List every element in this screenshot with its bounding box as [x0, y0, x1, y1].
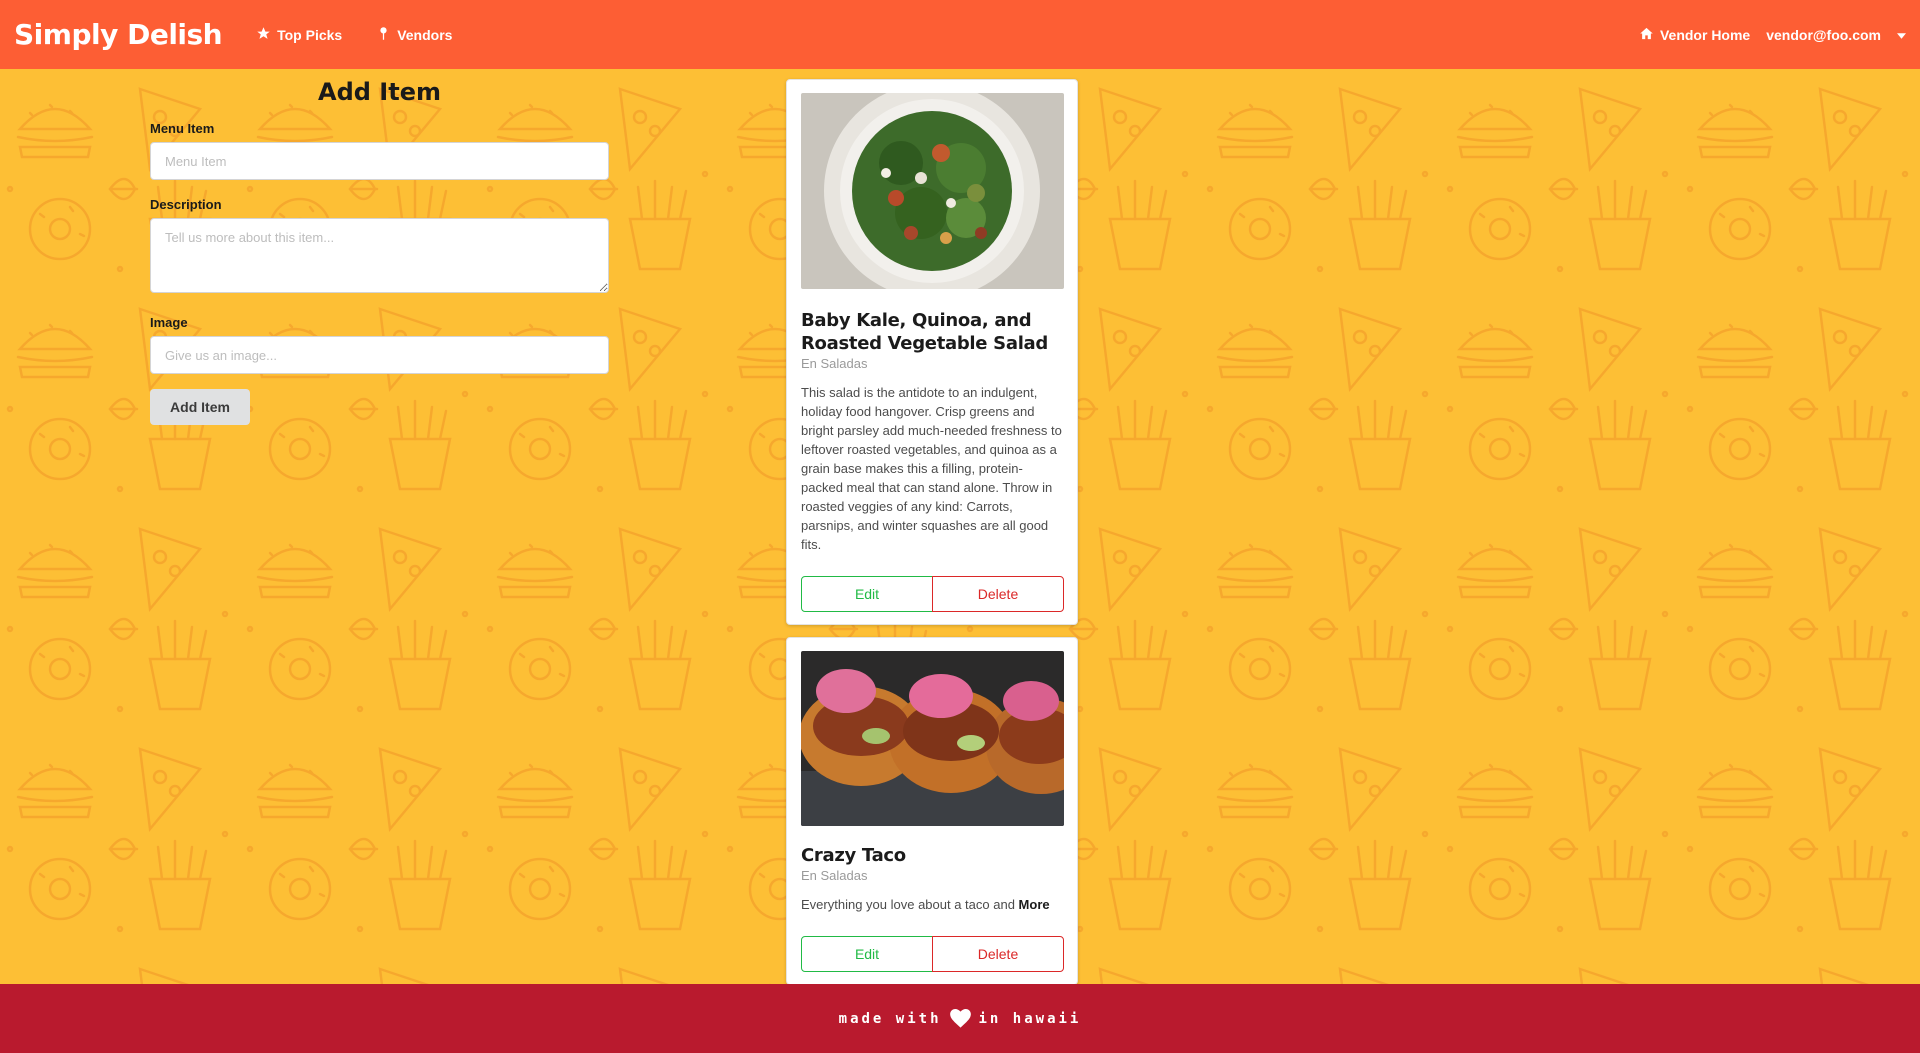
caret-down-icon[interactable]: [1897, 26, 1906, 44]
map-pin-icon: [376, 26, 391, 44]
edit-button[interactable]: Edit: [801, 936, 933, 972]
nav-top-picks-label: Top Picks: [277, 26, 343, 43]
home-icon: [1639, 26, 1654, 44]
heart-icon: [949, 1009, 971, 1028]
add-item-form: Add Item Menu Item Description Image Add…: [150, 78, 609, 425]
top-navbar: Simply Delish Top Picks Vendors Vendor H…: [0, 0, 1920, 69]
menu-item-input[interactable]: [150, 142, 609, 180]
star-icon: [256, 26, 271, 44]
description-textarea[interactable]: [150, 218, 609, 293]
image-input[interactable]: [150, 336, 609, 374]
more-link[interactable]: More: [1019, 897, 1050, 912]
nav-vendors-label: Vendors: [397, 26, 453, 43]
menu-item-card: Crazy Taco En Saladas Everything you lov…: [786, 637, 1078, 985]
menu-item-card: Baby Kale, Quinoa, and Roasted Vegetable…: [786, 79, 1078, 625]
footer-text-before: made with: [838, 1010, 942, 1027]
nav-vendors[interactable]: Vendors: [376, 26, 452, 44]
nav-vendor-home-label: Vendor Home: [1659, 26, 1751, 43]
item-title: Baby Kale, Quinoa, and Roasted Vegetable…: [801, 310, 1048, 354]
menu-item-label: Menu Item: [150, 121, 215, 136]
footer-text-after: in hawaii: [978, 1010, 1082, 1027]
salad-image: [801, 93, 1064, 289]
brand-logo[interactable]: Simply Delish: [14, 18, 223, 51]
description-label: Description: [150, 197, 222, 212]
user-menu[interactable]: vendor@foo.com: [1766, 27, 1881, 43]
add-item-button[interactable]: Add Item: [150, 389, 250, 425]
footer: made with in hawaii: [0, 984, 1920, 1053]
nav-vendor-home[interactable]: Vendor Home: [1639, 26, 1750, 44]
item-description-text: Everything you love about a taco and: [801, 897, 1019, 912]
nav-right: Vendor Home vendor@foo.com: [1623, 26, 1920, 44]
item-vendor: En Saladas: [801, 356, 868, 371]
nav-top-picks[interactable]: Top Picks: [256, 26, 342, 44]
user-email: vendor@foo.com: [1766, 26, 1881, 43]
item-actions: Edit Delete: [801, 576, 1064, 612]
item-title: Crazy Taco: [801, 845, 906, 866]
image-label: Image: [150, 315, 188, 330]
item-description: Everything you love about a taco and Mor…: [801, 895, 1063, 914]
delete-button[interactable]: Delete: [932, 576, 1064, 612]
form-title: Add Item: [318, 78, 441, 106]
item-actions: Edit Delete: [801, 936, 1064, 972]
item-description: This salad is the antidote to an indulge…: [801, 385, 1062, 552]
item-vendor: En Saladas: [801, 868, 868, 883]
delete-button[interactable]: Delete: [932, 936, 1064, 972]
taco-image: [801, 651, 1064, 826]
edit-button[interactable]: Edit: [801, 576, 933, 612]
